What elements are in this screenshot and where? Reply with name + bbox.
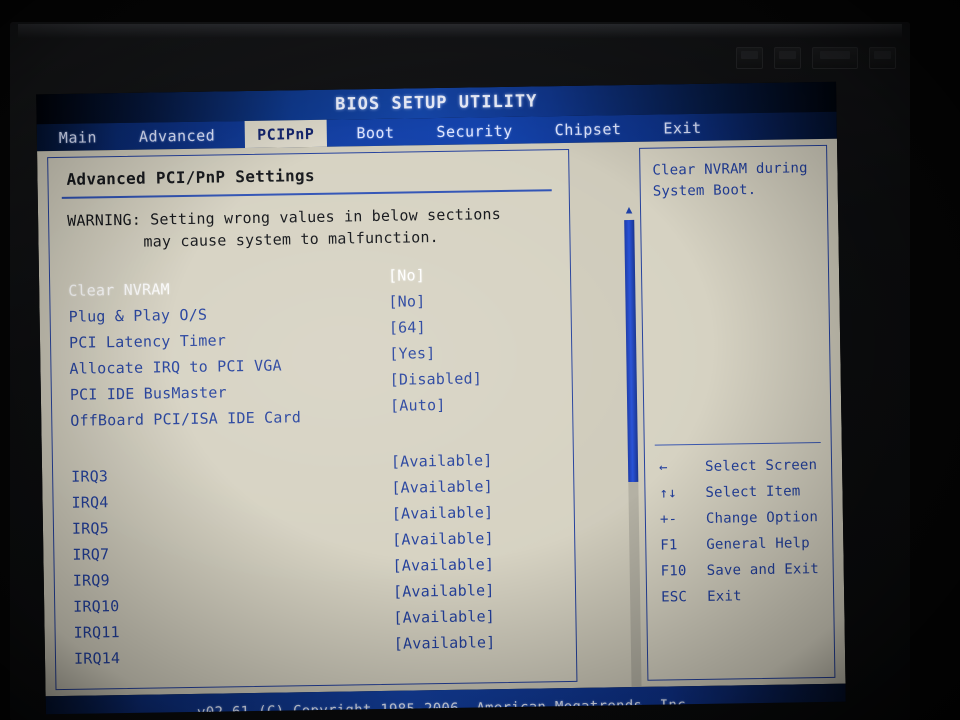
scroll-up-arrow-icon[interactable]: ▲ bbox=[623, 203, 635, 216]
scrollbar-thumb[interactable] bbox=[624, 219, 639, 483]
help-line-1: Clear NVRAM during bbox=[652, 160, 808, 179]
bezel-indicator-icons bbox=[736, 42, 896, 74]
setting-value[interactable]: [Available] bbox=[392, 555, 494, 575]
setting-label: IRQ11 bbox=[73, 623, 120, 642]
drive-indicator-icon bbox=[811, 47, 859, 69]
setting-value[interactable]: [Available] bbox=[391, 451, 493, 471]
wireless-indicator-icon bbox=[869, 47, 896, 69]
power-indicator-icon bbox=[736, 47, 763, 69]
setting-value[interactable]: [Available] bbox=[393, 607, 495, 627]
help-text: Clear NVRAM during System Boot. bbox=[652, 158, 819, 203]
plus-minus-icon: +- bbox=[659, 511, 678, 528]
f10-key-icon: F10 bbox=[660, 563, 687, 580]
warning-message: WARNING: Setting wrong values in below s… bbox=[67, 202, 558, 254]
up-down-arrow-icon: ↑↓ bbox=[659, 485, 677, 502]
legend-row-general-help: F1 General Help bbox=[660, 530, 828, 559]
key-legend: ← Select Screen ↑↓ Select Item +- Change… bbox=[659, 452, 829, 611]
setting-value[interactable]: [Disabled] bbox=[390, 369, 483, 388]
legend-label: General Help bbox=[706, 535, 810, 553]
setting-label: IRQ4 bbox=[71, 493, 109, 512]
tab-security[interactable]: Security bbox=[424, 117, 525, 146]
f1-key-icon: F1 bbox=[660, 537, 678, 554]
setting-value[interactable]: [Available] bbox=[392, 503, 494, 523]
heading-divider bbox=[61, 189, 552, 199]
setting-value[interactable]: [Yes] bbox=[389, 344, 435, 363]
scrollbar-track[interactable] bbox=[624, 219, 643, 715]
setting-label: Plug & Play O/S bbox=[68, 305, 208, 326]
tab-exit[interactable]: Exit bbox=[651, 114, 714, 142]
settings-panel: Advanced PCI/PnP Settings WARNING: Setti… bbox=[47, 148, 578, 691]
setting-value[interactable]: [No] bbox=[388, 292, 425, 311]
legend-row-select-screen: ← Select Screen bbox=[659, 452, 827, 481]
setting-label: Clear NVRAM bbox=[68, 280, 170, 300]
help-line-2: System Boot. bbox=[652, 182, 757, 200]
setting-label: OffBoard PCI/ISA IDE Card bbox=[70, 408, 302, 430]
setting-label: IRQ5 bbox=[71, 519, 110, 538]
setting-label: IRQ7 bbox=[72, 545, 110, 564]
setting-label: IRQ10 bbox=[73, 597, 120, 616]
setting-value[interactable]: [Available] bbox=[391, 477, 493, 497]
legend-row-save-and-exit: F10 Save and Exit bbox=[661, 556, 829, 585]
legend-row-exit: ESC Exit bbox=[661, 582, 829, 611]
bios-body: Advanced PCI/PnP Settings WARNING: Setti… bbox=[37, 138, 846, 715]
bios-title: BIOS SETUP UTILITY bbox=[335, 91, 538, 115]
tab-advanced[interactable]: Advanced bbox=[127, 121, 228, 150]
legend-label: Select Screen bbox=[704, 457, 818, 475]
setting-label: PCI IDE BusMaster bbox=[69, 383, 227, 404]
setting-label: IRQ9 bbox=[72, 571, 110, 590]
legend-label: Select Item bbox=[705, 483, 801, 501]
setting-label: IRQ3 bbox=[71, 467, 109, 486]
bios-screen: BIOS SETUP UTILITY Main Advanced PCIPnP … bbox=[36, 81, 846, 715]
setting-value[interactable]: [Available] bbox=[393, 581, 495, 601]
legend-row-change-option: +- Change Option bbox=[660, 504, 828, 533]
setting-label: PCI Latency Timer bbox=[68, 331, 227, 352]
legend-label: Save and Exit bbox=[706, 561, 820, 579]
setting-value[interactable]: [Available] bbox=[394, 633, 496, 653]
legend-row-select-item: ↑↓ Select Item bbox=[659, 478, 827, 507]
page-title: Advanced PCI/PnP Settings bbox=[66, 165, 315, 189]
left-arrow-icon: ← bbox=[658, 459, 668, 476]
tab-pcipnp[interactable]: PCIPnP bbox=[244, 119, 327, 149]
setting-value[interactable]: [64] bbox=[389, 318, 426, 337]
tab-main[interactable]: Main bbox=[47, 123, 110, 151]
tab-boot[interactable]: Boot bbox=[344, 119, 407, 147]
tab-chipset[interactable]: Chipset bbox=[543, 115, 634, 143]
settings-list: Clear NVRAM [No] Plug & Play O/S [No] PC… bbox=[68, 266, 564, 674]
battery-indicator-icon bbox=[773, 47, 801, 69]
setting-label: IRQ14 bbox=[73, 649, 121, 668]
laptop-photo: BIOS SETUP UTILITY Main Advanced PCIPnP … bbox=[0, 0, 960, 720]
legend-divider bbox=[654, 442, 821, 446]
setting-value[interactable]: [Auto] bbox=[390, 396, 446, 415]
legend-label: Exit bbox=[707, 588, 742, 605]
setting-value[interactable]: [No] bbox=[388, 266, 425, 285]
legend-label: Change Option bbox=[705, 509, 819, 527]
bezel-sheen bbox=[18, 24, 902, 38]
esc-key-icon: ESC bbox=[661, 589, 688, 606]
setting-label: Allocate IRQ to PCI VGA bbox=[69, 356, 282, 378]
setting-value[interactable]: [Available] bbox=[392, 529, 494, 549]
help-panel: Clear NVRAM during System Boot. ← Select… bbox=[639, 144, 836, 681]
